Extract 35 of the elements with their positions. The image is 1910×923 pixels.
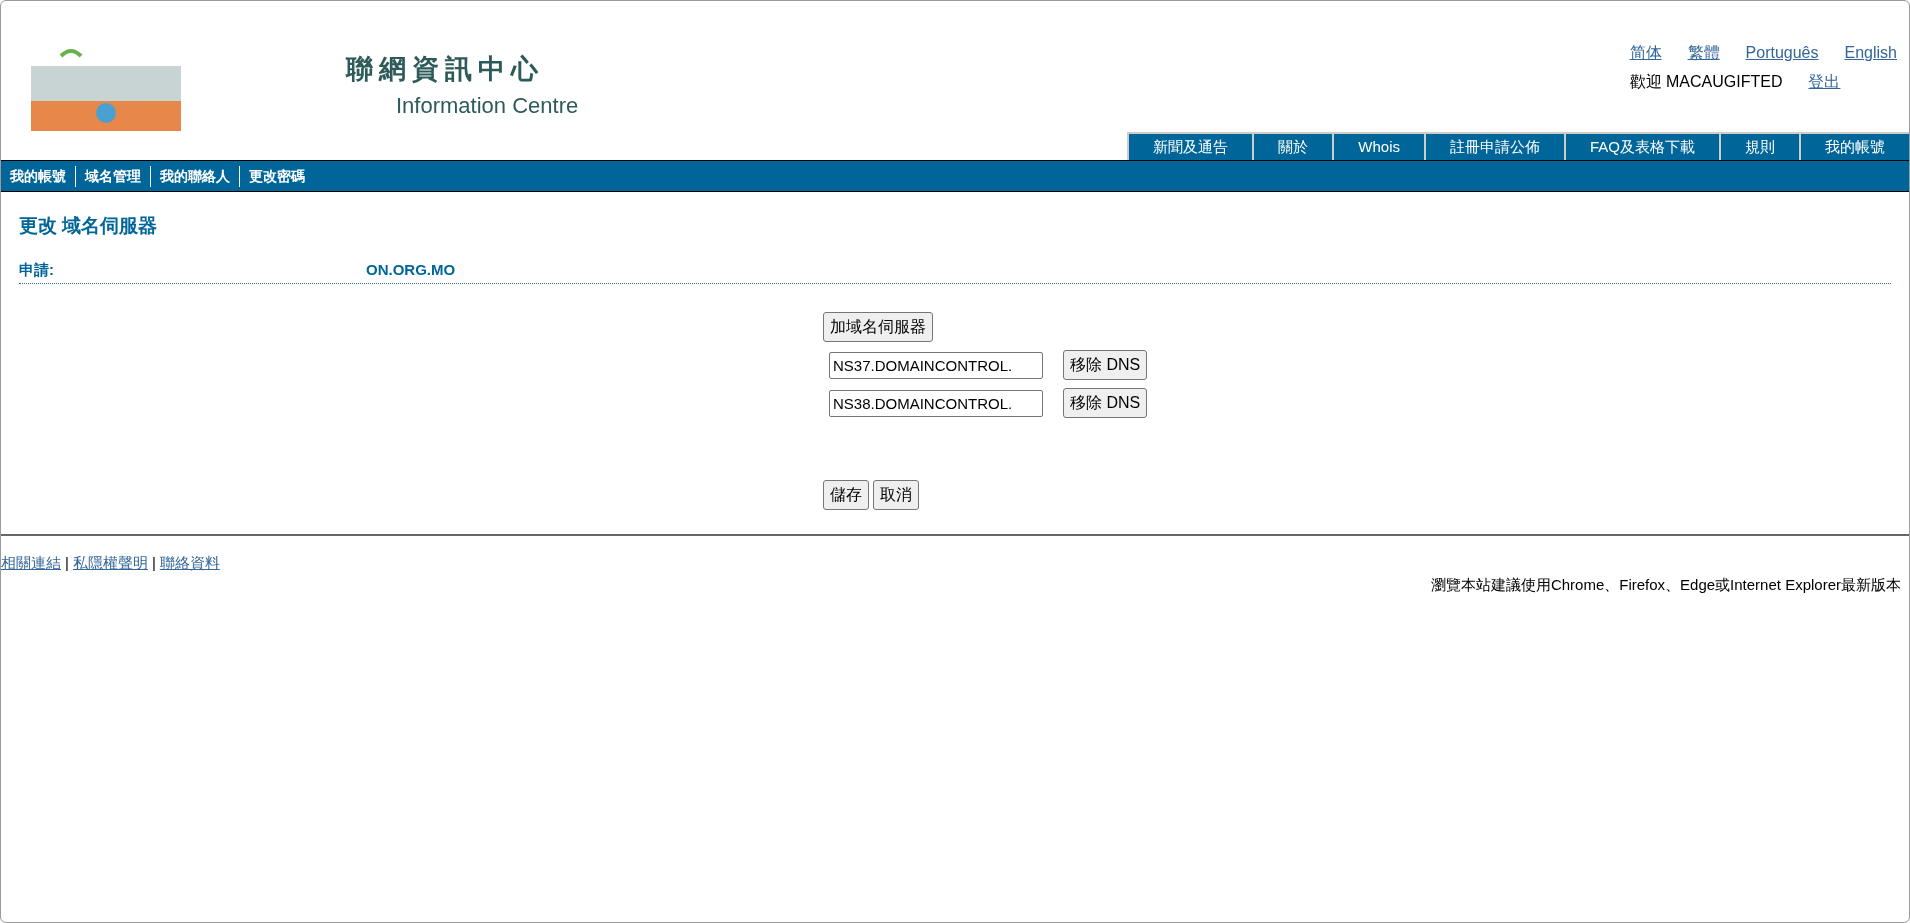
link-separator: | <box>151 553 156 573</box>
add-nameserver-button[interactable]: 加域名伺服器 <box>823 312 933 342</box>
welcome-text: 歡迎 MACAUGIFTED <box>1629 72 1783 92</box>
site-title-english: Information Centre <box>395 92 579 121</box>
nameserver-field[interactable]: NS38.DOMAINCONTROL. <box>829 389 1043 417</box>
footer-link[interactable]: 私隱權聲明 <box>72 552 148 597</box>
page-title: 更改 域名伺服器 <box>19 214 159 238</box>
application-label: 申請: <box>19 259 54 280</box>
top-nav-tab[interactable]: 註冊申請公佈 <box>1424 132 1564 160</box>
footer-link[interactable]: 聯絡資料 <box>159 552 220 597</box>
top-nav-tab[interactable]: 規則 <box>1719 132 1799 160</box>
remove-dns-button[interactable]: 移除 DNS <box>1063 350 1148 380</box>
top-nav-tab[interactable]: 我的帳號 <box>1799 132 1909 160</box>
cancel-button[interactable]: 取消 <box>873 480 919 510</box>
language-link[interactable]: 简体 <box>1629 41 1662 65</box>
logout-link[interactable]: 登出 <box>1808 70 1841 94</box>
footer-link[interactable]: 相關連結 <box>1 552 61 597</box>
sub-nav-link[interactable]: 我的帳號 <box>1 165 75 187</box>
site-title-chinese: 聯網資訊中心 <box>344 52 545 86</box>
top-nav-tab[interactable]: Whois <box>1332 132 1424 160</box>
browser-note: 瀏覽本站建議使用Chrome、Firefox、Edge或Internet Explorer最新版本 <box>1430 575 1902 595</box>
link-separator: | <box>65 553 69 573</box>
top-nav-tab[interactable]: 新聞及通告 <box>1127 132 1253 160</box>
remove-dns-button[interactable]: 移除 DNS <box>1063 388 1148 418</box>
language-link[interactable]: 繁體 <box>1687 41 1720 65</box>
sub-nav-link[interactable]: 我的聯絡人 <box>150 165 239 187</box>
save-button[interactable]: 儲存 <box>823 480 869 510</box>
top-nav-tab[interactable]: 關於 <box>1252 132 1333 160</box>
top-nav-tab[interactable]: FAQ及表格下載 <box>1564 132 1719 160</box>
language-link[interactable]: English <box>1844 41 1897 65</box>
sub-nav-link[interactable]: 更改密碼 <box>239 165 314 187</box>
sub-nav-link[interactable]: 域名管理 <box>75 165 150 187</box>
application-domain: ON.ORG.MO <box>365 259 456 280</box>
language-link[interactable]: Português <box>1745 41 1819 65</box>
nameserver-field[interactable]: NS37.DOMAINCONTROL. <box>829 351 1043 379</box>
